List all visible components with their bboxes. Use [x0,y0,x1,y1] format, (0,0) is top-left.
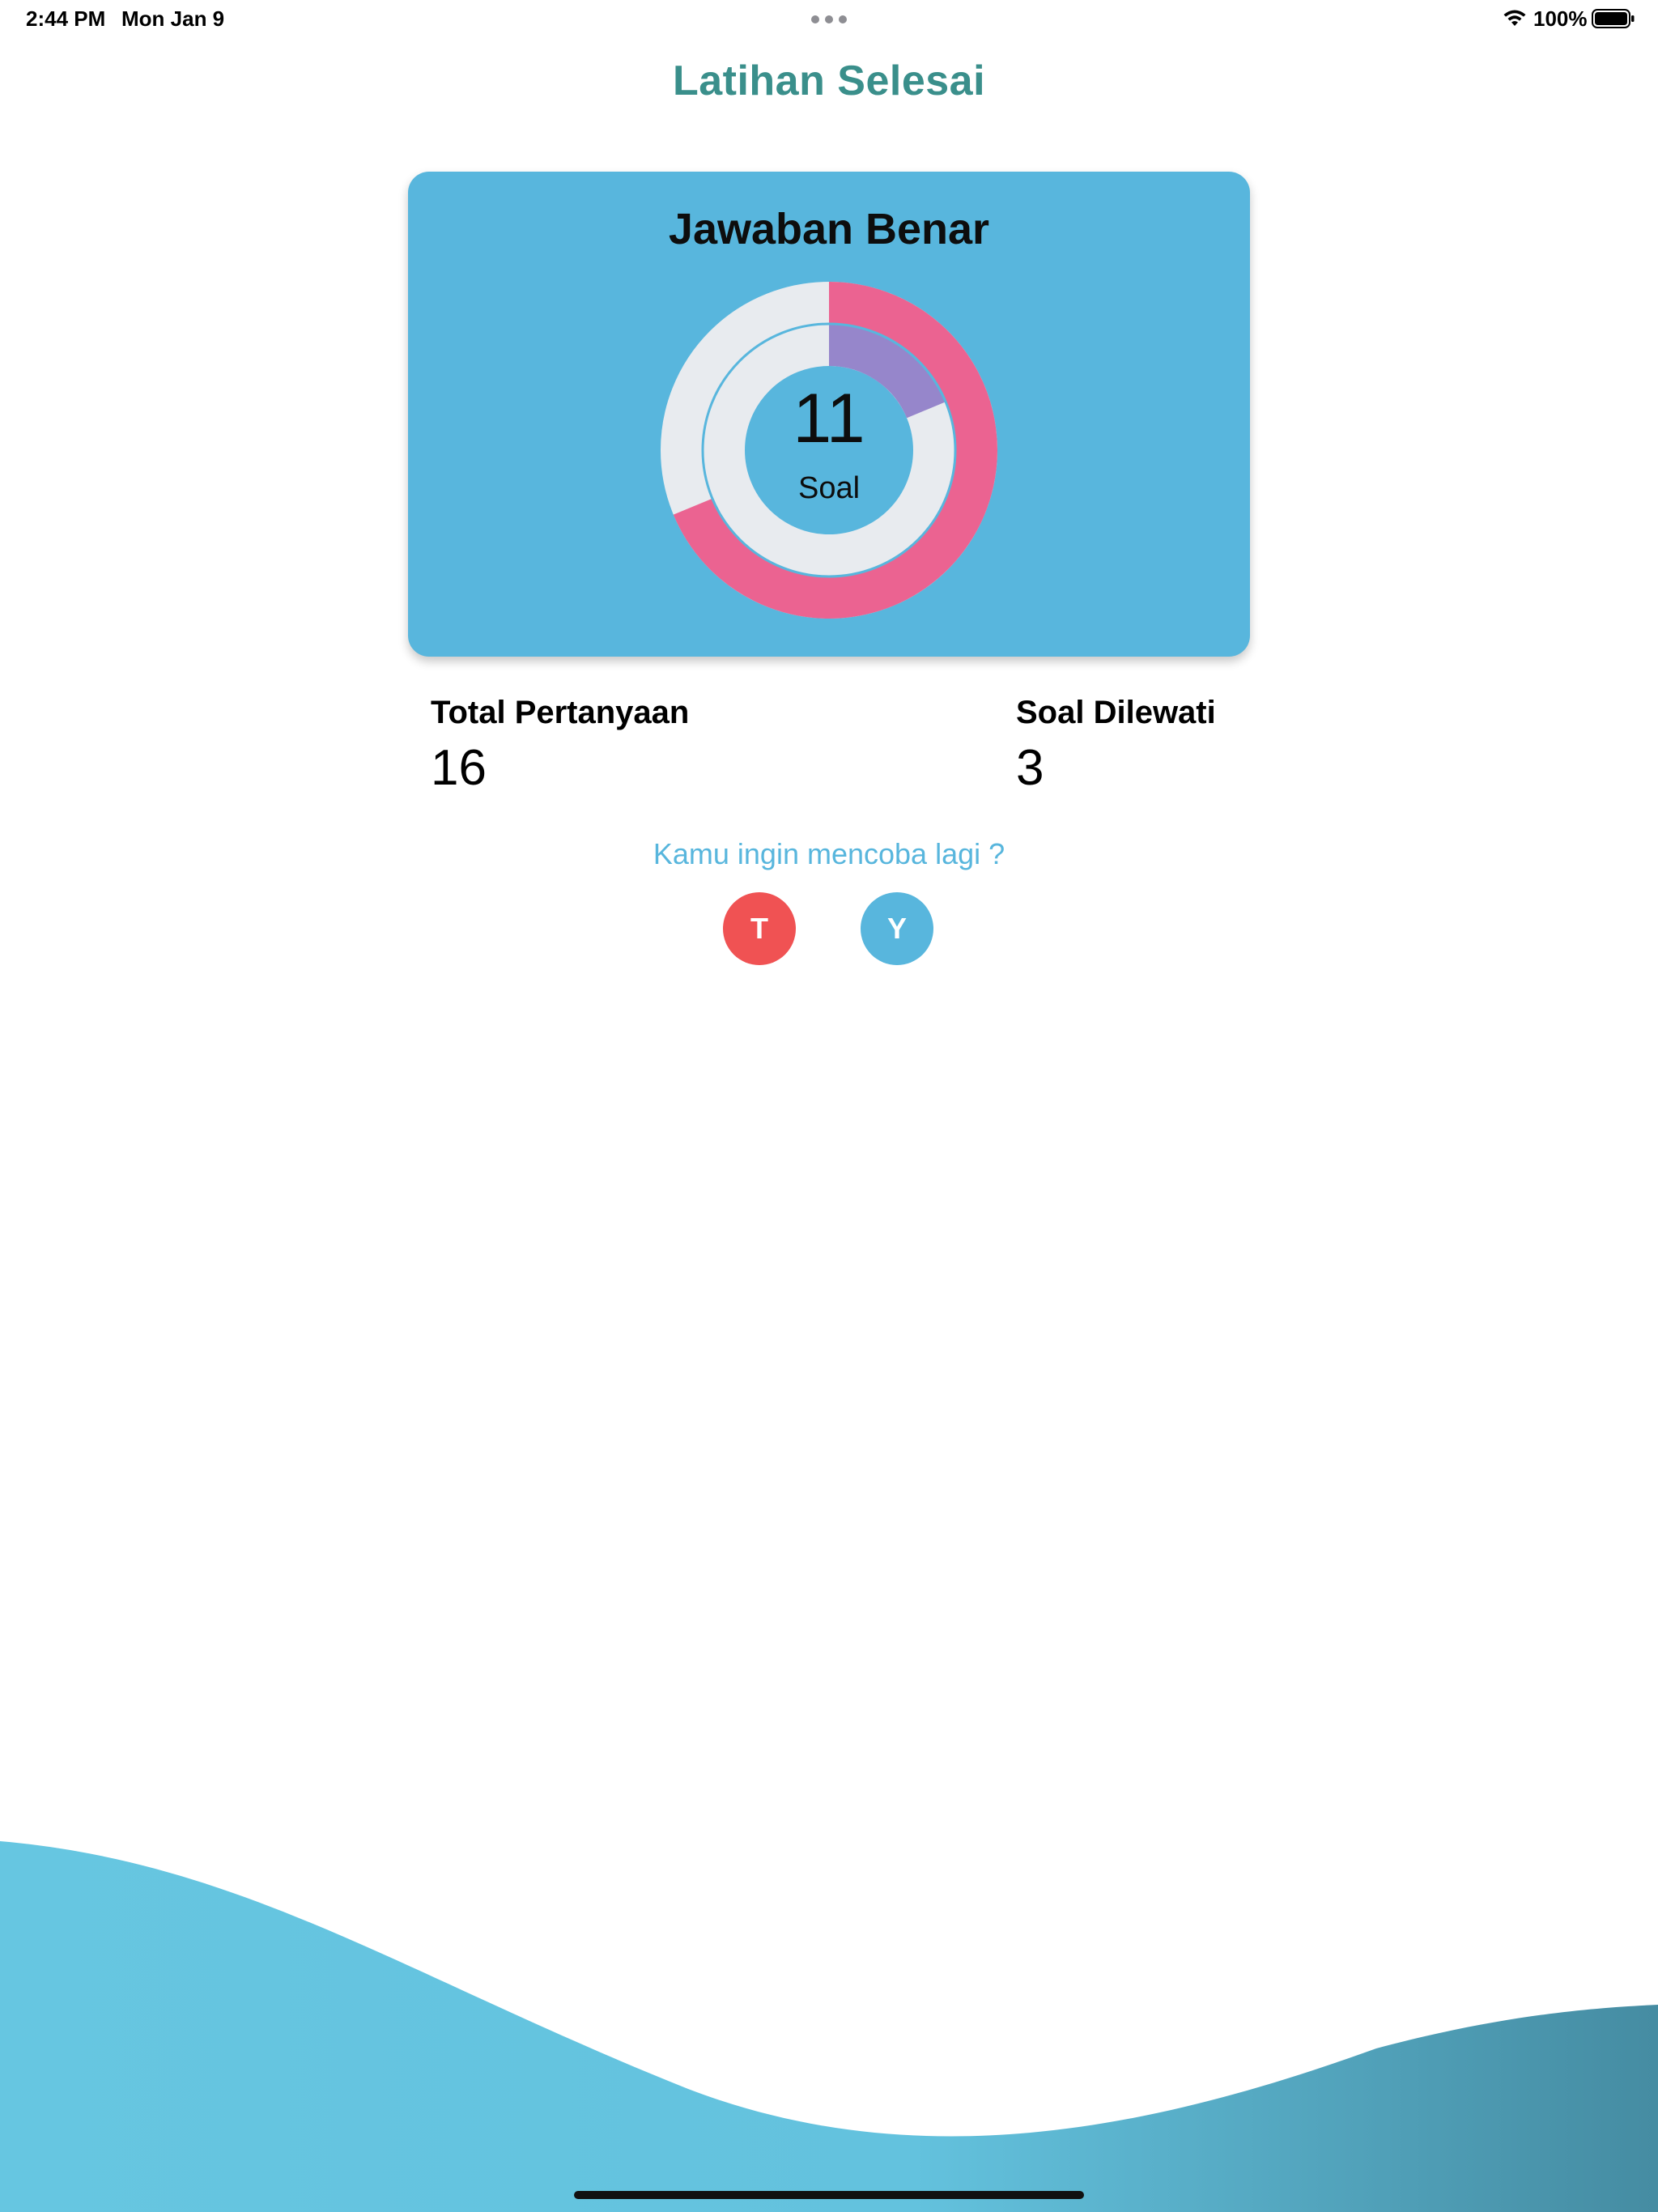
correct-count-unit: Soal [797,471,861,505]
status-time: 2:44 PM [26,6,106,31]
total-questions-value: 16 [431,740,487,796]
total-questions-label: Total Pertanyaan [431,695,690,730]
no-button[interactable]: T [723,892,796,965]
wifi-icon [1503,10,1526,26]
yes-button[interactable]: Y [861,892,933,965]
result-card: Jawaban Benar 11 Soal [408,172,1250,657]
battery-percent: 100% [1533,6,1588,31]
retry-prompt: Kamu ingin mencoba lagi ? [653,837,1005,870]
skipped-questions-value: 3 [1016,740,1044,796]
page-title: Latihan Selesai [672,57,986,104]
decorative-wave [0,1841,1658,2212]
home-indicator[interactable] [574,2191,1084,2199]
battery-icon [1592,9,1635,28]
skipped-questions-label: Soal Dilewati [1016,695,1216,730]
status-bar: 2:44 PM Mon Jan 9 100% [0,0,1658,39]
card-title: Jawaban Benar [668,205,990,253]
more-dots-icon[interactable] [811,15,847,23]
correct-count: 11 [793,380,865,457]
status-date: Mon Jan 9 [121,6,225,31]
